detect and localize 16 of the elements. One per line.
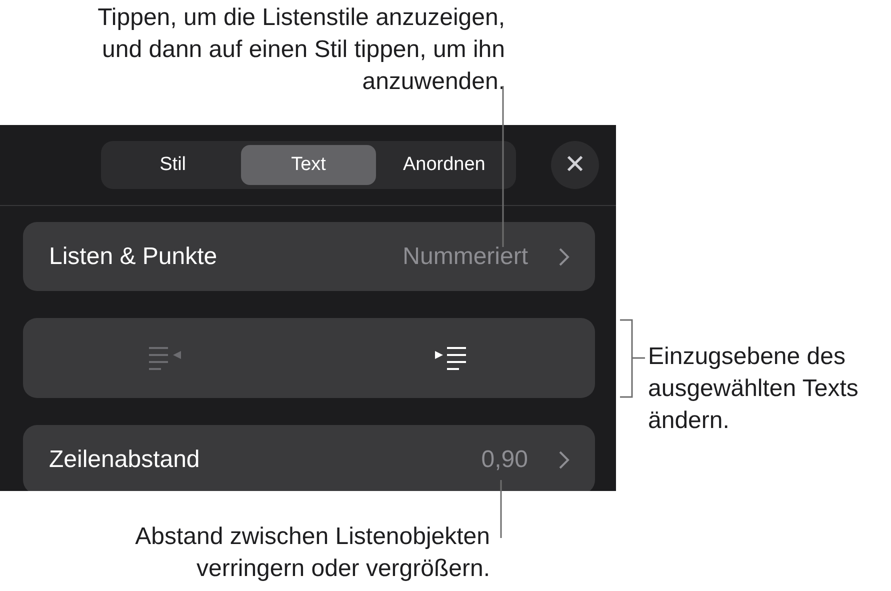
close-button[interactable]: ✕ — [551, 141, 599, 189]
chevron-icon — [558, 246, 570, 266]
leader-line — [500, 480, 502, 538]
tab[interactable]: Stil — [105, 145, 241, 185]
callout-text: Einzugsebene des ausgewählten Texts ändern. — [648, 342, 860, 436]
tab[interactable]: Text — [240, 145, 376, 185]
chevron-icon — [558, 450, 570, 470]
callout-text: Tippen, um die Listenstile anzuzeigen, und dann auf einen Stil tippen, um ihn anzuwenden. — [96, 3, 505, 97]
settings-row[interactable]: Zeilenabstand 0,90 — [23, 425, 595, 491]
row-label: Listen & Punkte — [49, 242, 218, 270]
callout-text: Abstand zwischen Listenobjekten verringern oder vergrößern. — [134, 522, 490, 584]
tab[interactable]: Anordnen — [376, 145, 512, 185]
settings-row[interactable]: Listen & Punkte Nummeriert — [23, 222, 595, 291]
row-value: Nummeriert — [402, 242, 528, 270]
row-label: Zeilenabstand — [49, 446, 201, 474]
row-value: 0,90 — [481, 446, 528, 474]
